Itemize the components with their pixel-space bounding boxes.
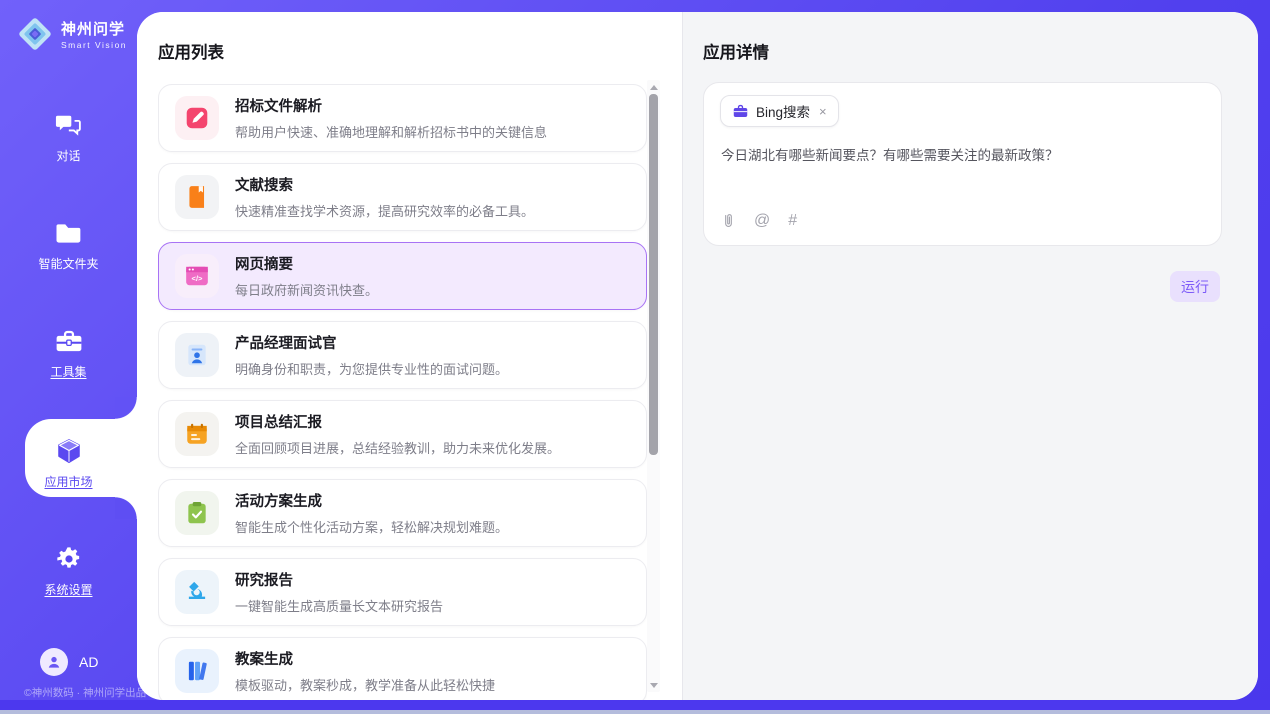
app-card-title: 产品经理面试官 bbox=[235, 332, 508, 353]
tender-edit-icon bbox=[175, 96, 219, 140]
diamond-logo-icon bbox=[16, 15, 54, 53]
triangle-up-icon bbox=[650, 85, 658, 90]
sidebar-item-settings[interactable]: 系统设置 bbox=[0, 544, 137, 598]
app-card-title: 文献搜索 bbox=[235, 174, 534, 195]
app-card-event-plan[interactable]: 活动方案生成 智能生成个性化活动方案，轻松解决规划难题。 bbox=[158, 479, 647, 547]
prompt-input[interactable]: 今日湖北有哪些新闻要点？有哪些需要关注的最新政策？ bbox=[721, 146, 1205, 166]
app-card-title: 招标文件解析 bbox=[235, 95, 547, 116]
app-card-webpage-summary[interactable]: </> 网页摘要 每日政府新闻资讯快查。 bbox=[158, 242, 647, 310]
svg-text:</>: </> bbox=[192, 274, 204, 283]
scroll-up-button[interactable] bbox=[647, 80, 660, 94]
app-card-research-report[interactable]: 研究报告 一键智能生成高质量长文本研究报告 bbox=[158, 558, 647, 626]
cube-icon bbox=[0, 436, 137, 466]
bottom-edge bbox=[0, 710, 1270, 714]
calendar-icon bbox=[175, 412, 219, 456]
books-icon bbox=[175, 649, 219, 693]
app-card-literature-search[interactable]: 文献搜索 快速精准查找学术资源，提高研究效率的必备工具。 bbox=[158, 163, 647, 231]
app-card-desc: 帮助用户快速、准确地理解和解析招标书中的关键信息 bbox=[235, 122, 547, 141]
gear-icon bbox=[0, 544, 137, 574]
sidebar-item-label: 对话 bbox=[0, 147, 137, 164]
mention-icon[interactable]: @ bbox=[754, 212, 770, 230]
microscope-icon bbox=[175, 570, 219, 614]
scroll-down-button[interactable] bbox=[647, 678, 660, 692]
app-card-desc: 每日政府新闻资讯快查。 bbox=[235, 280, 378, 299]
app-card-desc: 智能生成个性化活动方案，轻松解决规划难题。 bbox=[235, 517, 508, 536]
list-scrollbar[interactable] bbox=[647, 80, 660, 692]
app-card-list: 招标文件解析 帮助用户快速、准确地理解和解析招标书中的关键信息 文献搜索 快速精… bbox=[158, 84, 647, 700]
toolbox-icon bbox=[0, 326, 137, 356]
brand-subtitle: Smart Vision bbox=[61, 40, 127, 50]
app-card-title: 网页摘要 bbox=[235, 253, 378, 274]
sidebar-item-chat[interactable]: 对话 bbox=[0, 110, 137, 164]
compose-toolbar: @ # bbox=[721, 211, 797, 230]
app-card-project-summary[interactable]: 项目总结汇报 全面回顾项目进展，总结经验教训，助力未来优化发展。 bbox=[158, 400, 647, 468]
app-card-desc: 明确身份和职责，为您提供专业性的面试问题。 bbox=[235, 359, 508, 378]
folder-icon bbox=[0, 218, 137, 248]
brand-name: 神州问学 bbox=[61, 18, 127, 39]
avatar bbox=[40, 648, 68, 676]
app-card-title: 项目总结汇报 bbox=[235, 411, 560, 432]
paperclip-icon[interactable] bbox=[721, 211, 736, 230]
sidebar-item-label: 智能文件夹 bbox=[0, 255, 137, 272]
webpage-code-icon: </> bbox=[175, 254, 219, 298]
person-icon bbox=[46, 654, 62, 670]
tool-chip-label: Bing搜索 bbox=[756, 101, 810, 121]
sidebar-item-smart-folder[interactable]: 智能文件夹 bbox=[0, 218, 137, 272]
sidebar: 神州问学 Smart Vision 对话 智能文件夹 bbox=[0, 0, 137, 700]
sidebar-item-label: 工具集 bbox=[0, 363, 137, 380]
app-card-title: 教案生成 bbox=[235, 648, 495, 669]
app-card-title: 活动方案生成 bbox=[235, 490, 508, 511]
sidebar-item-label: 应用市场 bbox=[0, 473, 137, 490]
app-card-desc: 一键智能生成高质量长文本研究报告 bbox=[235, 596, 443, 615]
chat-icon bbox=[0, 110, 137, 140]
copyright-text: ©神州数码 · 神州问学出品 bbox=[24, 685, 146, 700]
brand-logo: 神州问学 Smart Vision bbox=[16, 15, 127, 53]
triangle-down-icon bbox=[650, 683, 658, 688]
briefcase-icon bbox=[732, 103, 749, 120]
bubble-fillet-bottom bbox=[115, 497, 137, 519]
app-card-lesson-plan[interactable]: 教案生成 模板驱动，教案秒成，教学准备从此轻松快捷 bbox=[158, 637, 647, 700]
user-initials: AD bbox=[79, 654, 98, 670]
scrollbar-thumb[interactable] bbox=[649, 94, 658, 455]
app-card-title: 研究报告 bbox=[235, 569, 443, 590]
chip-close-icon[interactable]: × bbox=[817, 104, 827, 119]
run-button[interactable]: 运行 bbox=[1170, 271, 1220, 302]
app-card-desc: 模板驱动，教案秒成，教学准备从此轻松快捷 bbox=[235, 675, 495, 694]
app-detail-title: 应用详情 bbox=[703, 39, 769, 63]
app-detail-panel: 应用详情 Bing搜索 × 今日湖北有哪些新闻要点？有哪些需要关注的最新政策？ … bbox=[682, 12, 1258, 700]
bubble-fillet-top bbox=[115, 397, 137, 419]
app-card-tender-parse[interactable]: 招标文件解析 帮助用户快速、准确地理解和解析招标书中的关键信息 bbox=[158, 84, 647, 152]
sidebar-item-app-market[interactable]: 应用市场 bbox=[0, 436, 137, 490]
sidebar-item-toolset[interactable]: 工具集 bbox=[0, 326, 137, 380]
interviewer-doc-icon bbox=[175, 333, 219, 377]
app-card-pm-interviewer[interactable]: 产品经理面试官 明确身份和职责，为您提供专业性的面试问题。 bbox=[158, 321, 647, 389]
hashtag-icon[interactable]: # bbox=[788, 212, 797, 230]
app-card-desc: 全面回顾项目进展，总结经验教训，助力未来优化发展。 bbox=[235, 438, 560, 457]
app-list-panel: 应用列表 招标文件解析 帮助用户快速、准确地理解和解析招标书中的关键信息 bbox=[137, 12, 682, 700]
app-list-title: 应用列表 bbox=[158, 39, 224, 63]
clipboard-check-icon bbox=[175, 491, 219, 535]
app-card-desc: 快速精准查找学术资源，提高研究效率的必备工具。 bbox=[235, 201, 534, 220]
prompt-compose-card[interactable]: Bing搜索 × 今日湖北有哪些新闻要点？有哪些需要关注的最新政策？ @ # bbox=[703, 82, 1222, 246]
tool-chip-bing-search[interactable]: Bing搜索 × bbox=[720, 95, 839, 127]
user-account[interactable]: AD bbox=[40, 648, 98, 676]
main-content: 应用列表 招标文件解析 帮助用户快速、准确地理解和解析招标书中的关键信息 bbox=[137, 12, 1258, 700]
sidebar-item-label: 系统设置 bbox=[0, 581, 137, 598]
bottom-bar bbox=[0, 700, 1270, 714]
book-icon bbox=[175, 175, 219, 219]
